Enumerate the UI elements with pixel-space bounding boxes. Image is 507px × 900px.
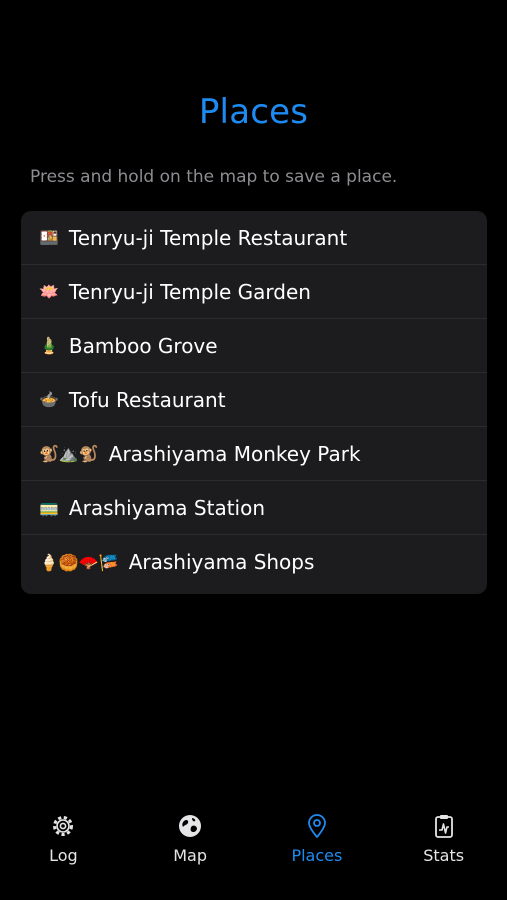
place-name: Arashiyama Monkey Park (108, 441, 361, 466)
place-row-tenryu-ji-garden[interactable]: 🪷 Tenryu-ji Temple Garden (21, 265, 487, 319)
page-title: Places (198, 92, 309, 132)
monkey-mountain-icon: 🐒⛰️🐒 (39, 444, 99, 463)
bento-box-icon: 🍱 (39, 228, 59, 247)
tab-label: Places (291, 846, 343, 865)
place-name: Arashiyama Shops (128, 550, 315, 574)
places-list: 🍱 Tenryu-ji Temple Restaurant 🪷 Tenryu-j… (21, 211, 487, 594)
tab-label: Log (49, 846, 78, 865)
place-row-monkey-park[interactable]: 🐒⛰️🐒 Arashiyama Monkey Park (21, 427, 487, 481)
tab-stats[interactable]: Stats (380, 812, 507, 872)
place-row-arashiyama-station[interactable]: 🚃 Arashiyama Station (21, 481, 487, 535)
place-row-tofu-restaurant[interactable]: 🍲 Tofu Restaurant (21, 373, 487, 427)
place-name: Tenryu-ji Temple Garden (68, 279, 311, 304)
shops-icon: 🍦🥮🪭🎏 (39, 552, 119, 572)
tab-map[interactable]: Map (127, 812, 254, 872)
lotus-icon: 🪷 (39, 282, 59, 301)
clipboard-chart-icon (430, 812, 458, 840)
gear-icon (49, 812, 77, 840)
tab-log[interactable]: Log (0, 812, 127, 872)
train-icon: 🚃 (39, 498, 59, 517)
place-name: Tenryu-ji Temple Restaurant (68, 225, 348, 250)
place-row-arashiyama-shops[interactable]: 🍦🥮🪭🎏 Arashiyama Shops (21, 535, 487, 589)
tab-label: Map (173, 846, 207, 865)
place-name: Tofu Restaurant (68, 387, 226, 412)
place-row-tenryu-ji-restaurant[interactable]: 🍱 Tenryu-ji Temple Restaurant (21, 211, 487, 265)
location-pin-icon (303, 812, 331, 840)
tab-label: Stats (423, 846, 465, 865)
globe-icon (176, 812, 204, 840)
place-name: Arashiyama Station (68, 495, 266, 520)
pot-of-food-icon: 🍲 (39, 390, 59, 409)
bamboo-icon: 🎍 (39, 336, 59, 355)
tab-bar: Log Map Places Stats (0, 812, 507, 872)
place-name: Bamboo Grove (68, 333, 218, 358)
hint-text: Press and hold on the map to save a plac… (30, 167, 398, 187)
place-row-bamboo-grove[interactable]: 🎍 Bamboo Grove (21, 319, 487, 373)
tab-places[interactable]: Places (254, 812, 381, 872)
